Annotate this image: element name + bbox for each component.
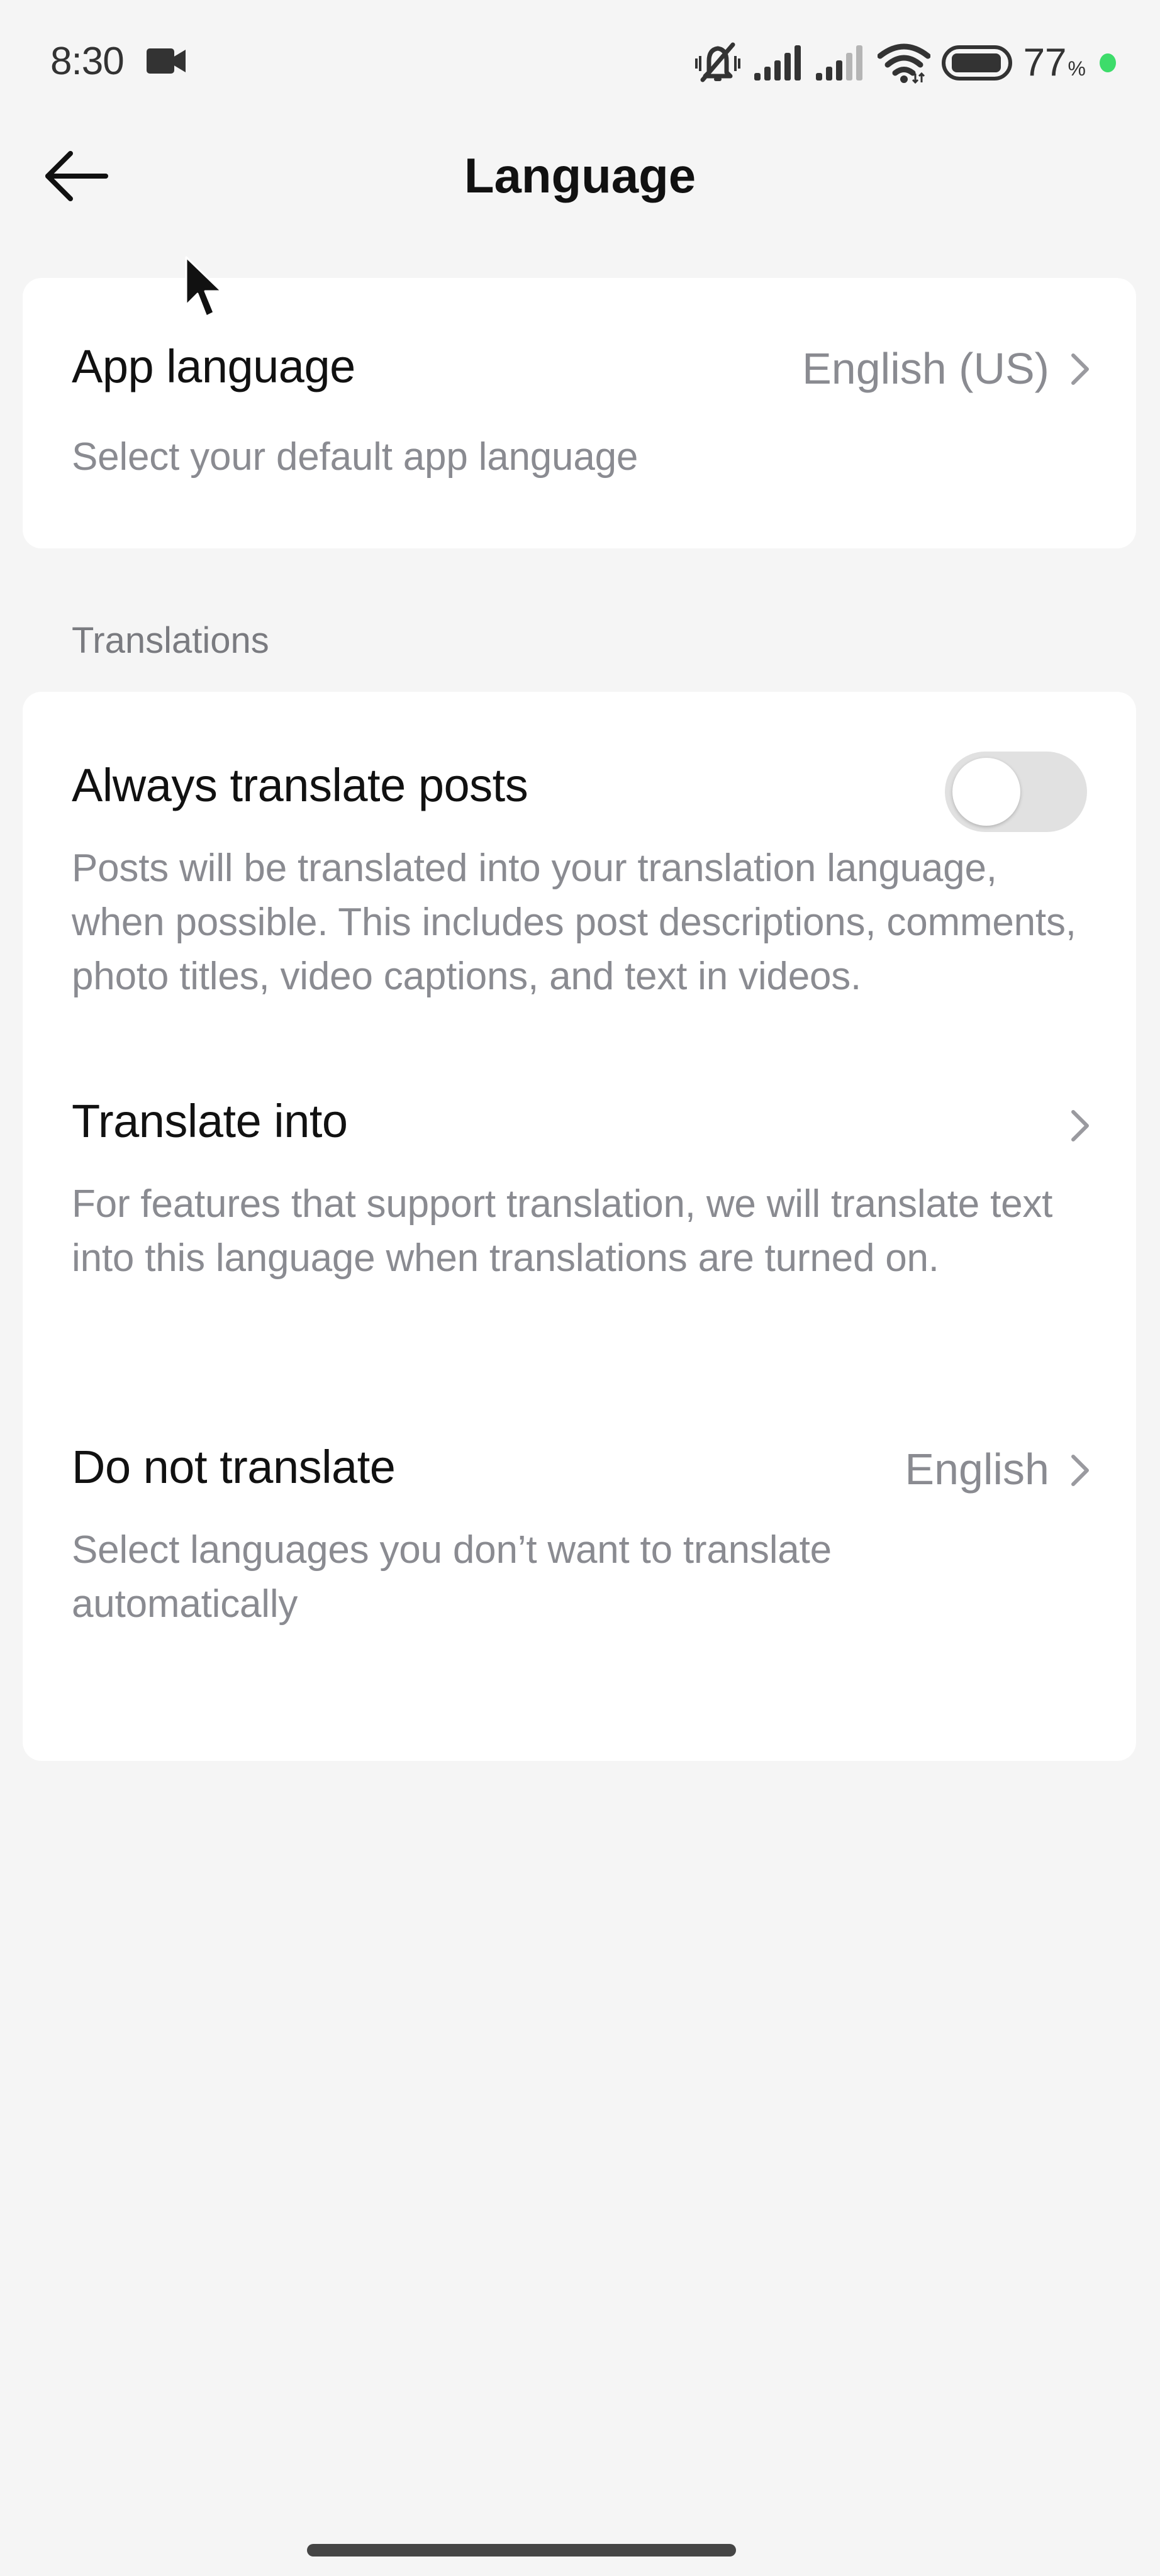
chevron-right-icon	[1071, 1110, 1089, 1141]
camera-icon	[147, 48, 186, 74]
app-language-title: App language	[72, 340, 355, 392]
translate-into-title: Translate into	[72, 1095, 348, 1147]
do-not-translate-description: Select languages you don’t want to trans…	[72, 1528, 832, 1626]
chevron-right-icon	[1071, 1455, 1089, 1486]
page-title: Language	[464, 148, 696, 203]
battery-percent: 77 %	[1023, 40, 1086, 85]
toggle-knob	[952, 758, 1020, 826]
app-language-card: App language English (US) Select your de…	[23, 278, 1136, 548]
always-translate-description: Posts will be translated into your trans…	[72, 847, 1076, 998]
translate-into-row[interactable]: Translate into For features that support…	[23, 1094, 1136, 1409]
translate-into-description: For features that support translation, w…	[72, 1182, 1053, 1280]
battery-icon	[941, 45, 1012, 80]
vibrate-mute-icon	[694, 42, 740, 82]
always-translate-title: Always translate posts	[72, 759, 528, 811]
signal-full-icon	[754, 45, 801, 80]
app-language-value: English (US)	[802, 344, 1049, 393]
status-time: 8:30	[50, 40, 125, 83]
translations-card: Always translate posts Posts will be tra…	[23, 692, 1136, 1761]
signal-partial-icon	[815, 45, 862, 80]
status-icons: 77 %	[693, 39, 1116, 86]
wifi-icon	[877, 43, 930, 84]
always-translate-toggle[interactable]	[945, 752, 1087, 832]
app-language-description: Select your default app language	[72, 435, 639, 479]
app-language-row[interactable]: App language English (US) Select your de…	[23, 278, 1136, 548]
do-not-translate-title: Do not translate	[72, 1441, 396, 1493]
always-translate-row: Always translate posts Posts will be tra…	[23, 692, 1136, 1069]
charging-dot-icon	[1100, 53, 1116, 72]
chevron-right-icon	[1071, 353, 1089, 385]
do-not-translate-value: English	[905, 1445, 1049, 1494]
header: Language	[0, 126, 1160, 226]
battery-percent-value: 77	[1023, 41, 1067, 84]
home-indicator[interactable]	[307, 2544, 736, 2557]
status-bar: 8:30 77 %	[0, 0, 1160, 126]
translations-section-label: Translations	[72, 620, 269, 661]
do-not-translate-row[interactable]: Do not translate English Select language…	[23, 1440, 1136, 1742]
battery-percent-sign: %	[1068, 57, 1086, 80]
